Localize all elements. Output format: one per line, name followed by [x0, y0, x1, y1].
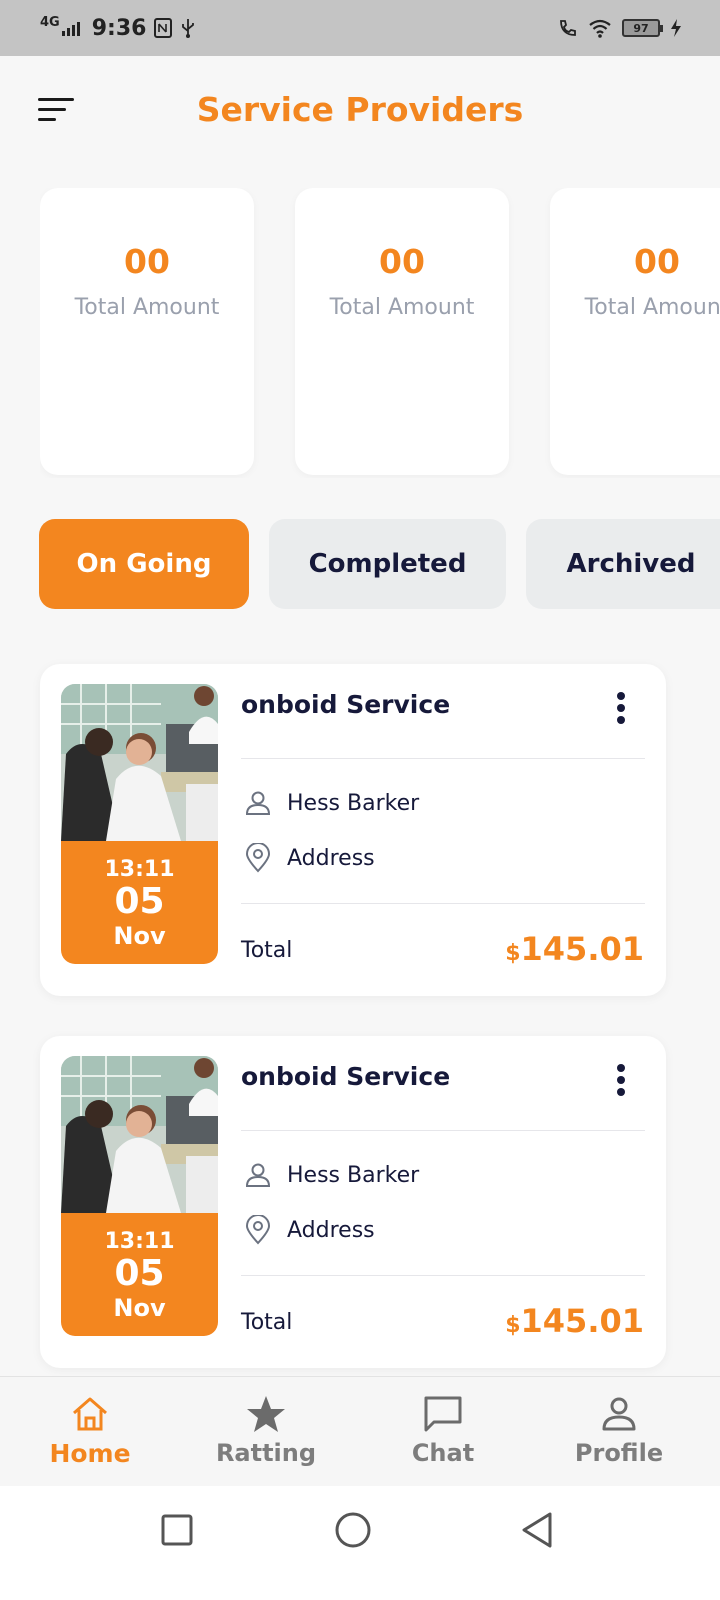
nav-home[interactable]: Home: [0, 1377, 180, 1487]
currency-symbol: $: [505, 941, 521, 966]
provider-name: Hess Barker: [287, 1162, 420, 1188]
stat-value: 00: [379, 242, 425, 281]
address-text: Address: [287, 1217, 375, 1243]
page-title: Service Providers: [196, 90, 524, 129]
profile-icon: [602, 1397, 636, 1431]
charging-icon: [671, 19, 681, 37]
network-type: 4G: [40, 14, 60, 30]
service-photo: [61, 1056, 218, 1213]
address-row: Address: [243, 843, 375, 873]
service-title: onboid Service: [241, 1062, 451, 1091]
stat-card: 00 Total Amount: [295, 188, 509, 475]
wifi-icon: [589, 19, 611, 38]
provider-name: Hess Barker: [287, 790, 420, 816]
home-circle-icon[interactable]: [333, 1510, 373, 1550]
call-icon: [560, 20, 576, 36]
service-month: Nov: [113, 922, 166, 950]
service-time: 13:11: [104, 1229, 175, 1254]
date-badge: 13:11 05 Nov: [61, 1213, 218, 1336]
user-icon: [245, 791, 271, 815]
address-text: Address: [287, 845, 375, 871]
tab-on-going[interactable]: On Going: [39, 519, 249, 609]
stats-carousel[interactable]: 00 Total Amount 00 Total Amount 00 Total…: [40, 188, 720, 478]
service-title: onboid Service: [241, 690, 451, 719]
nav-label: Ratting: [215, 1439, 317, 1467]
service-day: 05: [114, 881, 165, 922]
signal-icon: [61, 20, 80, 36]
battery-icon: 97: [622, 19, 663, 37]
service-thumbnail: 13:11 05 Nov: [61, 1056, 218, 1336]
total-value: 145.01: [520, 930, 644, 968]
divider: [241, 758, 645, 759]
total-amount: $145.01: [505, 1302, 644, 1340]
stat-card: 00 Total Amount: [40, 188, 254, 475]
service-day: 05: [114, 1253, 165, 1294]
currency-symbol: $: [505, 1313, 521, 1338]
app-header: Service Providers: [0, 56, 720, 166]
nfc-icon: [154, 18, 173, 38]
system-nav-bar: [0, 1486, 720, 1600]
nav-chat[interactable]: Chat: [353, 1377, 533, 1487]
service-time: 13:11: [104, 857, 175, 882]
service-thumbnail: 13:11 05 Nov: [61, 684, 218, 964]
status-bar: 4G 9:36 97: [0, 0, 720, 56]
tab-completed[interactable]: Completed: [269, 519, 506, 609]
more-options-icon[interactable]: [606, 1062, 636, 1098]
home-icon: [73, 1397, 107, 1431]
provider-row: Hess Barker: [243, 1160, 419, 1190]
tab-archived[interactable]: Archived: [526, 519, 720, 609]
total-amount: $145.01: [505, 930, 644, 968]
stat-value: 00: [634, 242, 680, 281]
service-card[interactable]: 13:11 05 Nov onboid Service Hess Barker …: [40, 664, 666, 996]
service-card[interactable]: 13:11 05 Nov onboid Service Hess Barker …: [40, 1036, 666, 1368]
nav-ratting[interactable]: Ratting: [176, 1377, 356, 1487]
bottom-nav: Home Ratting Chat Profile: [0, 1376, 720, 1486]
clock: 9:36: [91, 15, 147, 41]
address-row: Address: [243, 1215, 375, 1245]
usb-icon: [182, 19, 195, 38]
stat-label: Total Amount: [329, 295, 475, 320]
stat-value: 00: [124, 242, 170, 281]
total-label: Total: [241, 1310, 293, 1335]
location-pin-icon: [245, 843, 271, 873]
divider: [241, 1275, 645, 1276]
nav-profile[interactable]: Profile: [529, 1377, 709, 1487]
user-icon: [245, 1163, 271, 1187]
total-value: 145.01: [520, 1302, 644, 1340]
location-pin-icon: [245, 1215, 271, 1245]
star-icon: [247, 1396, 285, 1432]
stat-label: Total Amount: [74, 295, 220, 320]
stat-label: Total Amount: [584, 295, 720, 320]
stat-card: 00 Total Amount: [550, 188, 720, 475]
more-options-icon[interactable]: [606, 690, 636, 726]
divider: [241, 1130, 645, 1131]
back-icon[interactable]: [518, 1510, 558, 1550]
recent-apps-icon[interactable]: [157, 1510, 197, 1550]
nav-label: Chat: [411, 1439, 475, 1467]
battery-level: 97: [633, 21, 649, 35]
status-tabs: On Going Completed Archived: [39, 519, 720, 611]
service-photo: [61, 684, 218, 841]
service-month: Nov: [113, 1294, 166, 1322]
nav-label: Profile: [574, 1439, 664, 1467]
divider: [241, 903, 645, 904]
provider-row: Hess Barker: [243, 788, 419, 818]
nav-label: Home: [49, 1439, 131, 1468]
date-badge: 13:11 05 Nov: [61, 841, 218, 964]
total-label: Total: [241, 938, 293, 963]
chat-icon: [424, 1396, 462, 1432]
